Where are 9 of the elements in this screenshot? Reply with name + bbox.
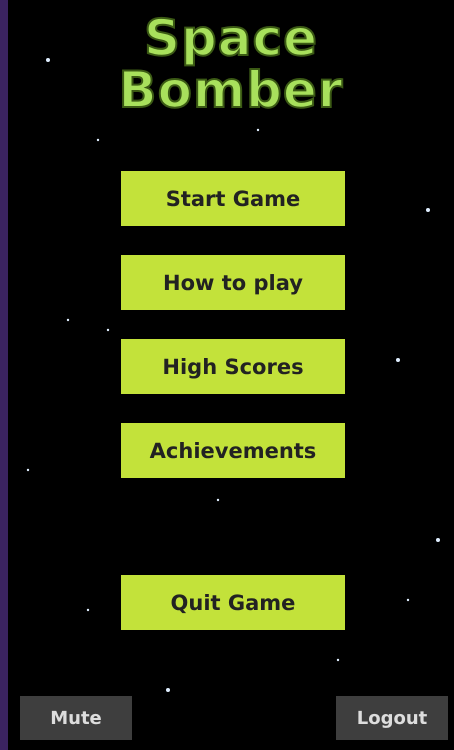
menu-button[interactable]: High Scores xyxy=(121,339,345,394)
menu-button[interactable]: How to play xyxy=(121,255,345,310)
game-title: Space xyxy=(144,12,318,64)
menu-button[interactable]: Quit Game xyxy=(121,575,345,630)
menu-button[interactable]: Achievements xyxy=(121,423,345,478)
mute-button[interactable]: Mute xyxy=(20,696,132,740)
menu-button[interactable]: Start Game xyxy=(121,171,345,226)
logout-button[interactable]: Logout xyxy=(336,696,448,740)
game-title: Bomber xyxy=(118,64,344,116)
